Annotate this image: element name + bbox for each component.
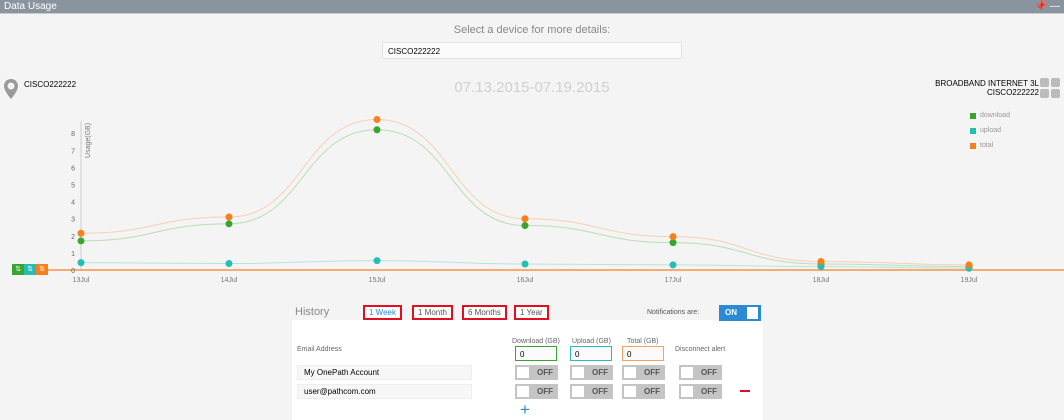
plus-icon[interactable]: + [520,401,530,418]
download-header: Download (GB) [512,338,560,345]
data-point-total [669,233,677,241]
email-header: Email Address [297,346,342,353]
data-point-total [225,213,233,221]
y-tick-label: 7 [71,148,75,155]
notifications-label: Notifications are: [647,309,700,316]
range-1-year[interactable]: 1 Year [514,305,549,320]
range-1-week[interactable]: 1 Week [363,305,402,320]
disconnect-alert-toggle[interactable]: OFF [679,365,722,380]
device-grid-icon[interactable] [1040,78,1060,98]
download-alert-toggle[interactable]: OFF [515,384,558,399]
y-tick-label: 8 [71,131,75,138]
data-point-total [373,116,381,124]
data-point-download [77,237,85,245]
history-title: History [295,306,330,318]
y-tick-label: 4 [71,200,75,207]
total-header: Total (GB) [627,338,659,345]
x-tick-label: 14Jul [221,277,238,284]
upload-sort-icon[interactable]: ⇅ [24,264,36,275]
data-point-total [77,229,85,237]
y-tick-label: 5 [71,183,75,190]
data-point-total [965,261,973,269]
window-title: Data Usage [4,1,57,12]
minus-icon[interactable] [740,390,750,392]
upload-header: Upload (GB) [572,338,611,345]
download-sort-icon[interactable]: ⇅ [12,264,24,275]
data-point-upload [77,259,85,267]
service-device: CISCO222222 [986,88,1039,97]
series-line-total [80,119,970,266]
total-alert-toggle[interactable]: OFF [622,365,665,380]
x-tick-label: 13Jul [73,277,90,284]
range-6-months[interactable]: 6 Months [462,305,507,320]
x-tick-label: 18Jul [813,277,830,284]
upload-alert-toggle[interactable]: OFF [570,365,613,380]
x-tick-label: 17Jul [665,277,682,284]
download-threshold-input[interactable]: 0 [515,346,557,361]
upload-threshold-input[interactable]: 0 [570,346,612,361]
device-select-label: Select a device for more details: [453,24,611,36]
data-point-upload [669,261,677,269]
series-line-download [80,129,970,268]
usage-chart: 0 1 2 3 4 5 6 7 8 13Jul 14Jul 15Jul 16Jul 17Jul 18Jul 1… [48,116,1064,284]
data-point-download [669,239,677,247]
upload-alert-toggle[interactable]: OFF [570,384,613,399]
download-alert-toggle[interactable]: OFF [515,365,558,380]
data-point-upload [521,260,529,268]
range-1-month[interactable]: 1 Month [412,305,453,320]
pin-icon[interactable]: 📌 [1035,1,1047,12]
total-sort-icon[interactable]: ⇅ [36,264,48,275]
data-point-total [817,257,825,265]
service-plan: BROADBAND INTERNET 3L [935,79,1039,88]
y-tick-label: 2 [71,234,75,241]
data-point-upload [225,260,233,268]
y-tick-label: 3 [71,217,75,224]
total-threshold-input[interactable]: 0 [622,346,664,361]
data-point-upload [373,257,381,265]
y-tick-label: 6 [71,165,75,172]
y-axis-label: Usage(GB) [85,123,92,158]
series-toggle-controls: ⇅ ⇅ ⇅ [12,264,48,275]
email-field[interactable]: My OnePath Account [297,365,472,380]
notifications-toggle[interactable]: ON [719,305,761,321]
x-tick-label: 16Jul [517,277,534,284]
x-tick-label: 19Jul [961,277,978,284]
x-tick-label: 15Jul [369,277,386,284]
data-point-download [521,222,529,230]
total-alert-toggle[interactable]: OFF [622,384,665,399]
title-bar: Data Usage 📌 — [0,0,1064,14]
disconnect-header: Disconnect alert [675,346,726,353]
date-range: 07.13.2015-07.19.2015 [454,79,610,96]
email-field[interactable]: user@pathcom.com [297,384,472,399]
y-tick-label: 1 [71,251,75,258]
service-info: BROADBAND INTERNET 3L CISCO222222 [935,79,1039,97]
minimize-icon[interactable]: — [1050,1,1060,12]
y-tick-label: 0 [71,268,75,275]
data-point-total [521,215,529,223]
data-point-download [373,126,381,134]
disconnect-alert-toggle[interactable]: OFF [679,384,722,399]
device-select[interactable]: CISCO222222 [382,42,682,59]
data-point-download [225,220,233,228]
